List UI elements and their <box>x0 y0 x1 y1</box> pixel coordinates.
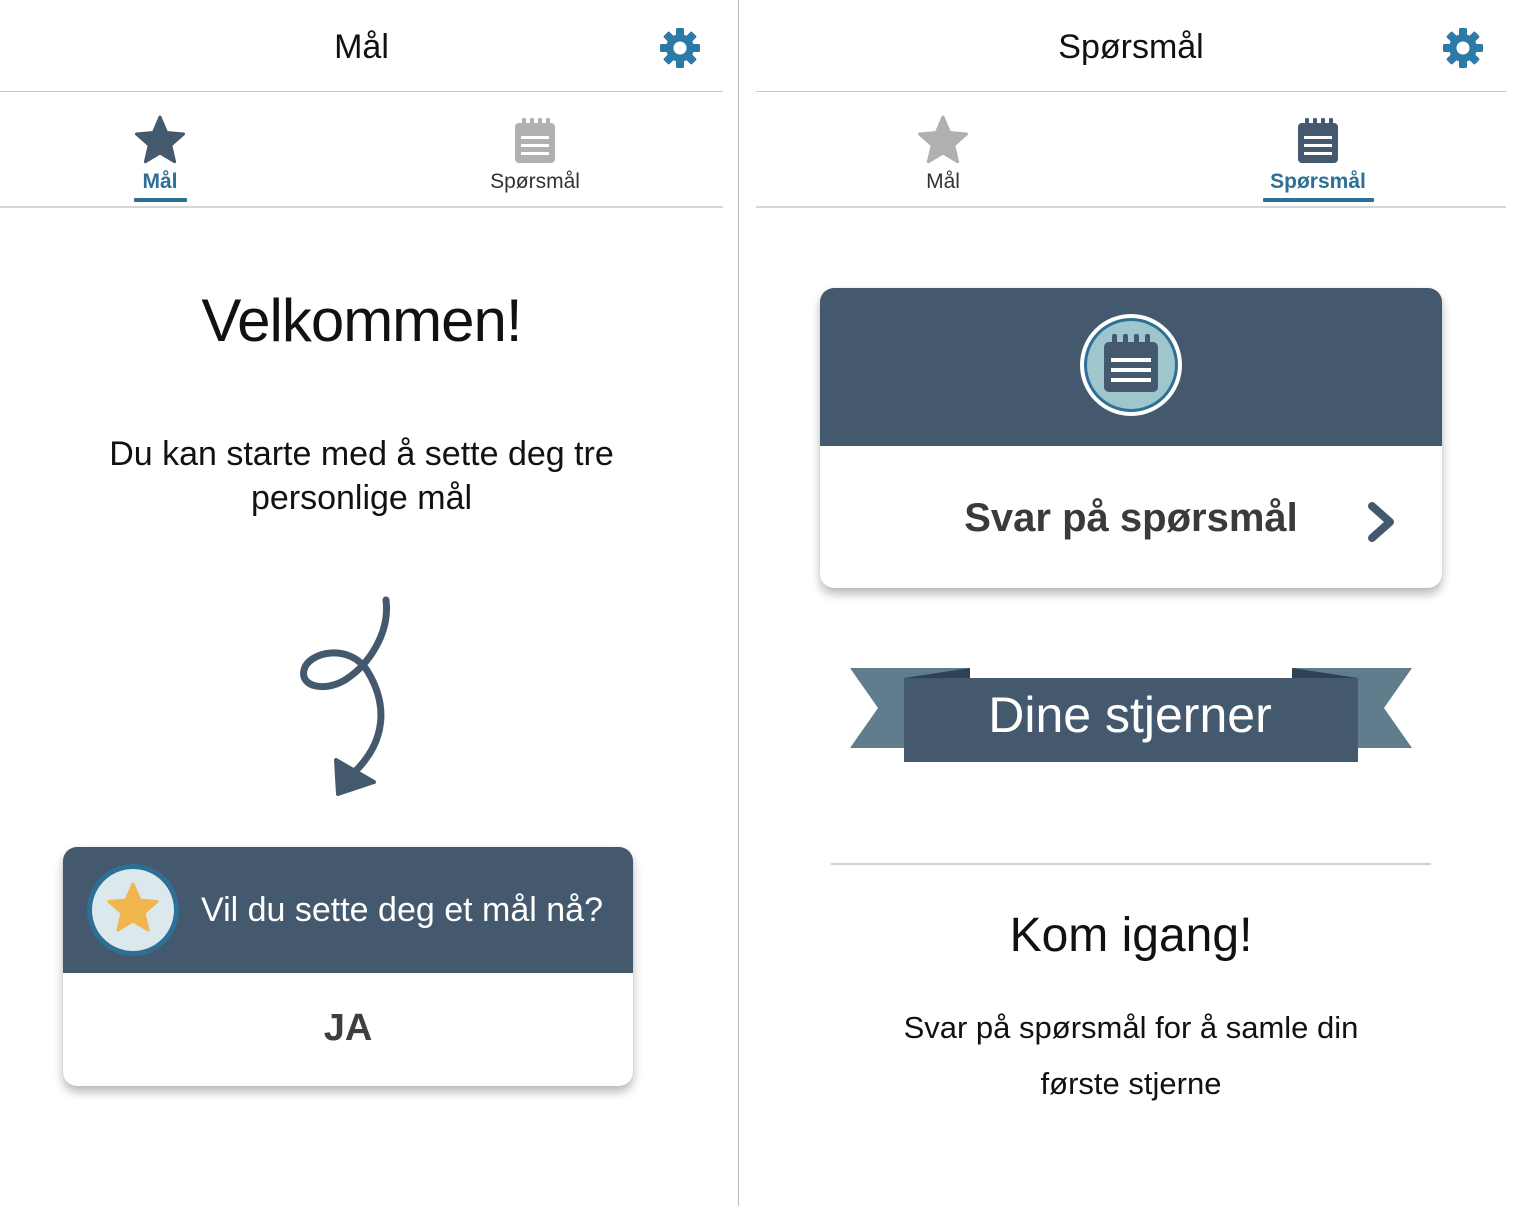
section-divider <box>831 863 1431 865</box>
card-header: Vil du sette deg et mål nå? <box>63 847 633 973</box>
tab-label: Mål <box>142 170 178 193</box>
app-header: Mål <box>0 0 723 92</box>
questions-screen: Spørsmål Mål Spørsmål Svar på spørsmål D… <box>756 0 1506 1206</box>
tab-questions[interactable]: Spørsmål <box>470 92 600 206</box>
yes-button[interactable]: JA <box>63 1007 633 1050</box>
goal-question: Vil du sette deg et mål nå? <box>201 891 603 929</box>
chevron-right-icon[interactable] <box>1364 500 1400 544</box>
active-tab-indicator <box>1263 198 1374 202</box>
notepad-icon <box>515 118 555 163</box>
answer-questions-card[interactable]: Svar på spørsmål <box>820 288 1442 588</box>
screen-divider <box>738 0 739 1206</box>
goals-screen: Mål Mål Spørsmål Velkommen! Du kan start… <box>0 0 723 1206</box>
intro-line: personlige mål <box>250 479 473 517</box>
card-header <box>820 288 1442 446</box>
answer-questions-label: Svar på spørsmål <box>964 496 1298 540</box>
page-title: Spørsmål <box>1058 28 1204 66</box>
tab-bar: Mål Spørsmål <box>756 92 1506 208</box>
tab-bar: Mål Spørsmål <box>0 92 723 208</box>
star-icon <box>87 864 179 956</box>
get-started-heading: Kom igang! <box>1009 909 1253 962</box>
tab-label: Spørsmål <box>1270 170 1366 193</box>
get-started-text: Svar på spørsmål for å samle din første … <box>866 1000 1396 1112</box>
active-tab-indicator <box>134 198 187 202</box>
intro-line: Du kan starte med å sette deg tre <box>109 435 614 473</box>
star-icon <box>135 115 185 164</box>
notepad-icon <box>1080 314 1182 416</box>
get-started-line: første stjerne <box>1040 1066 1222 1101</box>
tab-goals[interactable]: Mål <box>883 92 1003 206</box>
notepad-icon <box>1298 118 1338 163</box>
ribbon-title: Dine stjerner <box>988 687 1272 743</box>
gear-icon[interactable] <box>658 26 702 70</box>
page-title: Mål <box>334 28 389 66</box>
intro-text: Du kan starte med å sette deg tre person… <box>60 432 663 520</box>
welcome-heading: Velkommen! <box>201 287 522 354</box>
set-goal-card: Vil du sette deg et mål nå? JA <box>63 847 633 1086</box>
tab-label: Spørsmål <box>490 170 580 193</box>
tab-label: Mål <box>926 170 960 193</box>
tab-questions[interactable]: Spørsmål <box>1253 92 1383 206</box>
get-started-line: Svar på spørsmål for å samle din <box>903 1010 1359 1045</box>
app-header: Spørsmål <box>756 0 1506 92</box>
tab-goals[interactable]: Mål <box>100 92 220 206</box>
curly-arrow-icon <box>300 596 390 796</box>
star-icon <box>918 115 968 164</box>
gear-icon[interactable] <box>1441 26 1485 70</box>
